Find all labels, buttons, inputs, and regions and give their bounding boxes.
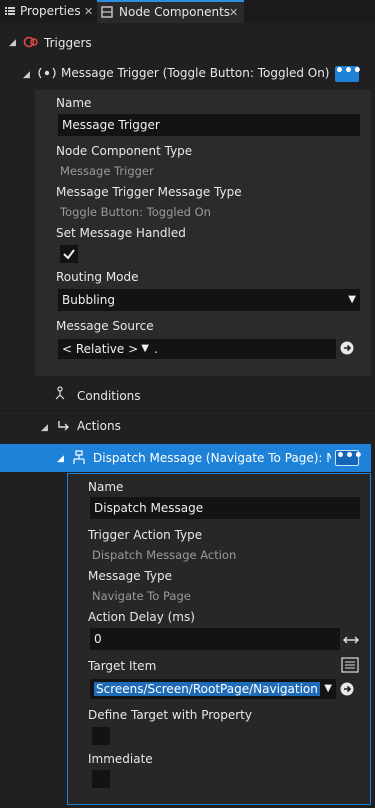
source-path-field[interactable]: .: [150, 339, 336, 359]
message-type-label: Message Type: [88, 569, 172, 583]
close-icon[interactable]: ✕: [229, 2, 238, 23]
list-icon: [5, 0, 15, 23]
message-trigger-icon: [37, 67, 57, 82]
divider: [0, 379, 375, 380]
chevron-down-icon: ▼: [141, 343, 149, 354]
action-type-value: Dispatch Message Action: [92, 548, 237, 562]
expand-arrow-icon[interactable]: ◢: [57, 454, 64, 464]
more-options-button[interactable]: •••: [335, 449, 363, 466]
tab-label: Properties: [20, 4, 81, 18]
picker-icon[interactable]: [341, 657, 359, 676]
triggers-icon: [23, 35, 39, 52]
routing-mode-label: Routing Mode: [56, 270, 139, 284]
expand-arrow-icon[interactable]: ◢: [41, 423, 48, 433]
routing-mode-dropdown[interactable]: Bubbling ▼: [58, 289, 360, 311]
set-message-handled-checkbox[interactable]: [60, 245, 78, 263]
name-field[interactable]: Message Trigger: [58, 114, 360, 136]
actions-icon: [57, 419, 71, 436]
name-label: Name: [56, 96, 92, 110]
message-type-value: Toggle Button: Toggled On: [60, 205, 211, 219]
tab-node-components[interactable]: Node Components ✕: [97, 0, 244, 23]
actions-label[interactable]: Actions: [77, 419, 121, 433]
tab-properties[interactable]: Properties ✕: [0, 0, 96, 23]
expand-arrow-icon[interactable]: ◢: [9, 38, 16, 48]
message-source-label: Message Source: [56, 319, 154, 333]
routing-mode-value: Bubbling: [62, 293, 115, 307]
tab-label: Node Components: [119, 5, 231, 19]
action-delay-field[interactable]: 0: [90, 628, 340, 650]
action-delay-label: Action Delay (ms): [88, 610, 195, 624]
message-trigger-header[interactable]: Message Trigger (Toggle Button: Toggled …: [61, 66, 330, 80]
target-item-dropdown[interactable]: Screens/Screen/RootPage/Navigation ▼: [90, 679, 336, 699]
action-type-label: Trigger Action Type: [88, 528, 203, 542]
close-icon[interactable]: ✕: [84, 0, 93, 23]
target-item-label: Target Item: [88, 659, 157, 673]
target-item-value: Screens/Screen/RootPage/Navigation: [94, 682, 320, 696]
conditions-icon: [53, 386, 67, 405]
component-type-value: Message Trigger: [60, 164, 154, 178]
immediate-checkbox[interactable]: [92, 770, 110, 788]
source-mode-value: < Relative >: [62, 342, 139, 356]
chevron-down-icon: ▼: [324, 683, 332, 694]
divider: [0, 410, 375, 411]
source-mode-dropdown[interactable]: < Relative > ▼: [58, 339, 153, 359]
message-type-label: Message Trigger Message Type: [56, 185, 242, 199]
drag-value-icon[interactable]: [343, 634, 359, 648]
immediate-label: Immediate: [88, 752, 153, 766]
name-field[interactable]: Dispatch Message: [90, 497, 360, 519]
reset-icon[interactable]: [339, 340, 355, 359]
component-type-label: Node Component Type: [56, 144, 193, 158]
component-icon: [101, 2, 113, 23]
dispatch-message-header[interactable]: Dispatch Message (Navigate To Page): Nav…: [93, 451, 331, 465]
message-type-value: Navigate To Page: [92, 589, 191, 603]
dispatch-message-icon: [71, 450, 87, 469]
define-target-checkbox[interactable]: [92, 727, 110, 745]
expand-arrow-icon[interactable]: ◢: [23, 70, 30, 80]
triggers-label: Triggers: [44, 36, 92, 50]
handled-label: Set Message Handled: [56, 226, 186, 240]
conditions-label[interactable]: Conditions: [77, 389, 141, 403]
chevron-down-icon: ▼: [348, 294, 356, 305]
check-icon: [63, 249, 75, 260]
define-target-label: Define Target with Property: [88, 708, 252, 722]
more-options-button[interactable]: •••: [335, 64, 362, 82]
name-label: Name: [88, 480, 124, 494]
reset-icon[interactable]: [339, 681, 355, 700]
